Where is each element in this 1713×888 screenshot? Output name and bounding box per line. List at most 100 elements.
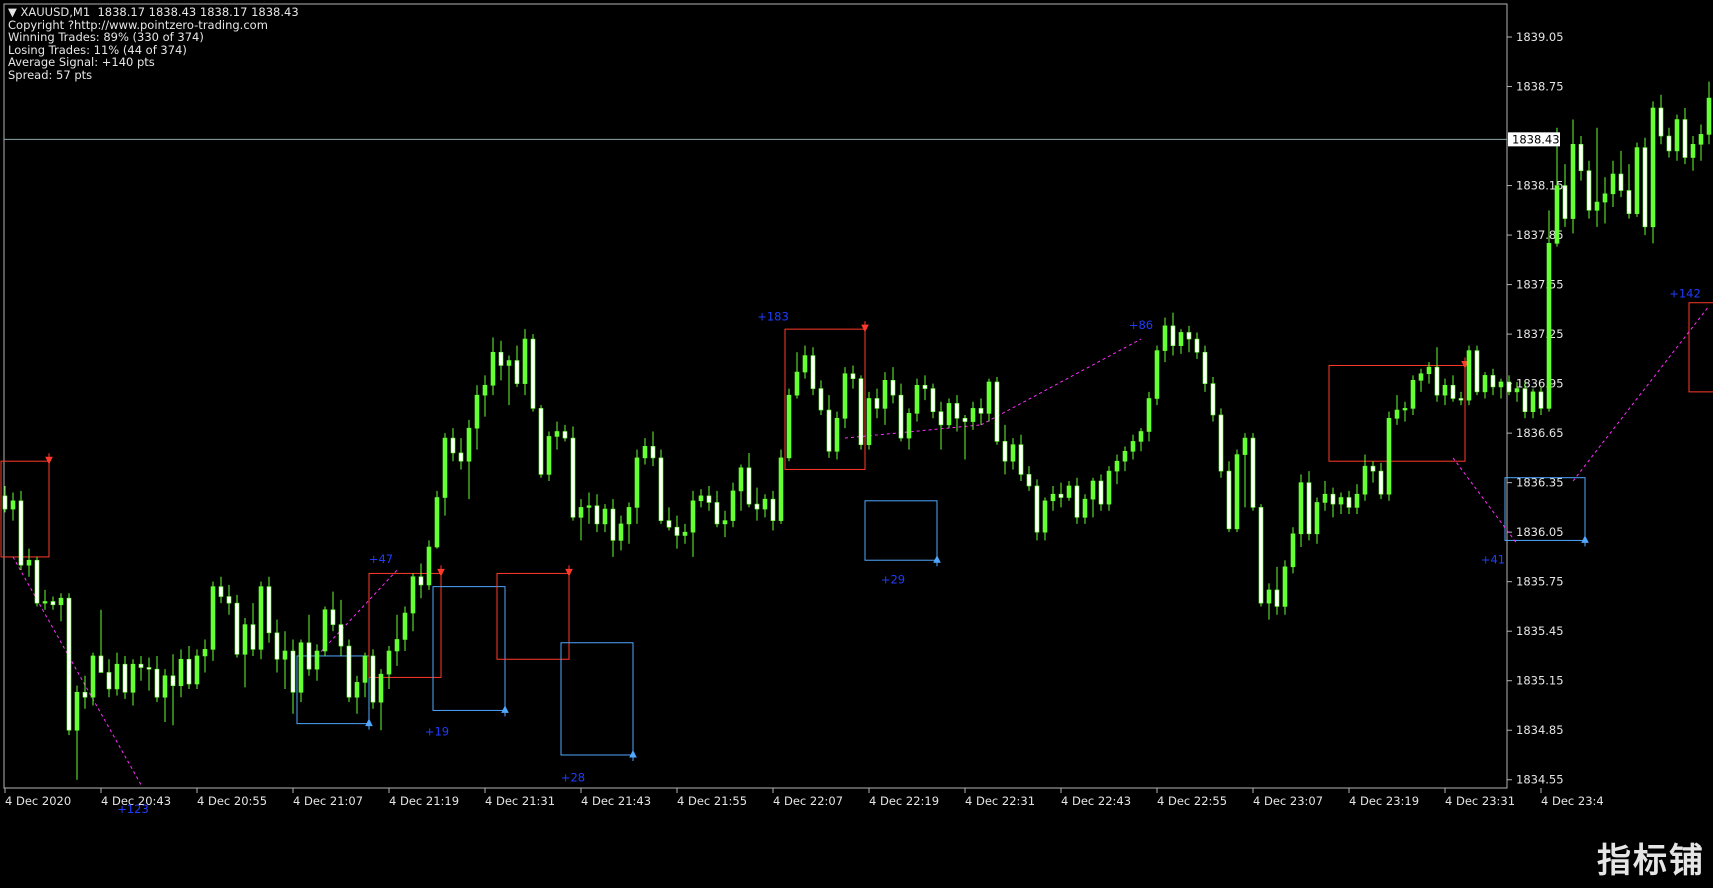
candle-body-59 <box>474 394 480 429</box>
candle-body-4 <box>34 559 40 604</box>
candle-body-196 <box>1570 143 1576 219</box>
x-tick-label-7: 4 Dec 21:55 <box>677 794 747 808</box>
candle-body-168 <box>1346 497 1352 508</box>
candle-body-109 <box>874 398 880 409</box>
candle-body-178 <box>1426 366 1432 375</box>
x-tick-label-9: 4 Dec 22:19 <box>869 794 939 808</box>
candle-body-166 <box>1330 493 1336 505</box>
candle-body-195 <box>1562 185 1568 219</box>
y-tick-label-5: 1837.25 <box>1516 327 1564 341</box>
candle-body-101 <box>810 355 816 389</box>
candle-body-44 <box>354 682 360 698</box>
candle-body-181 <box>1450 384 1456 399</box>
candle-body-22 <box>178 658 184 686</box>
candle-body-33 <box>266 586 272 634</box>
candle-body-89 <box>714 502 720 525</box>
price-chart[interactable]: 1839.051838.751838.151837.851837.551837.… <box>0 0 1713 888</box>
candle-body-73 <box>586 505 592 508</box>
y-tick-label-0: 1839.05 <box>1516 30 1564 44</box>
candle-body-87 <box>698 495 704 502</box>
candle-body-100 <box>802 355 808 373</box>
candle-body-123 <box>986 381 992 414</box>
candle-body-105 <box>842 373 848 419</box>
candle-body-160 <box>1282 566 1288 607</box>
candle-body-5 <box>42 601 48 604</box>
candle-body-58 <box>466 427 472 462</box>
candle-body-176 <box>1410 380 1416 409</box>
candle-body-143 <box>1146 398 1152 432</box>
x-tick-label-11: 4 Dec 22:43 <box>1061 794 1131 808</box>
signal-profit-label-6: +183 <box>757 310 789 324</box>
candle-body-125 <box>1002 441 1008 462</box>
candle-body-27 <box>218 586 224 597</box>
candle-body-193 <box>1546 243 1552 409</box>
candle-body-81 <box>650 446 656 459</box>
candle-body-97 <box>778 457 784 521</box>
buy-signal-arrow-3 <box>501 705 509 717</box>
candle-body-43 <box>346 645 352 698</box>
chart-window[interactable]: 1839.05 1838.75 1838.15 1837.85 1837.55 1837.… <box>0 0 1713 888</box>
x-tick-label-16: 4 Dec 23:4 <box>1541 794 1604 808</box>
candle-body-103 <box>826 409 832 452</box>
profit-label-0: +86 <box>1129 318 1153 332</box>
symbol-line[interactable]: ▼ XAUUSD,M1 1838.17 1838.43 1838.17 1838… <box>8 6 299 19</box>
candle-body-93 <box>746 467 752 505</box>
candle-body-70 <box>562 431 568 439</box>
buy-signal-box-7 <box>864 500 938 561</box>
candle-body-67 <box>538 408 544 475</box>
candle-body-49 <box>394 639 400 652</box>
candle-body-192 <box>1538 391 1544 409</box>
candle-body-23 <box>186 658 192 685</box>
candle-body-156 <box>1250 437 1256 508</box>
candle-body-17 <box>138 663 144 668</box>
candle-body-119 <box>954 403 960 419</box>
candle-body-202 <box>1618 173 1624 191</box>
x-tick-label-4: 4 Dec 21:19 <box>389 794 459 808</box>
x-tick-label-6: 4 Dec 21:43 <box>581 794 651 808</box>
candle-body-161 <box>1290 533 1296 568</box>
candle-body-41 <box>330 609 336 625</box>
candle-body-57 <box>458 452 464 462</box>
candle-body-147 <box>1178 332 1184 346</box>
candle-body-134 <box>1074 485 1080 518</box>
y-tick-label-4: 1837.55 <box>1516 278 1564 292</box>
candle-body-2 <box>18 500 24 566</box>
candle-body-141 <box>1130 441 1136 452</box>
candle-body-140 <box>1122 450 1128 462</box>
candle-body-206 <box>1650 107 1656 228</box>
candle-body-21 <box>170 675 176 686</box>
candle-body-153 <box>1226 470 1232 530</box>
candle-body-165 <box>1322 493 1328 503</box>
candle-body-80 <box>642 446 648 459</box>
dropdown-triangle-icon[interactable]: ▼ <box>8 5 17 19</box>
candle-body-86 <box>690 500 696 533</box>
signal-profit-label-9: +41 <box>1481 553 1505 567</box>
candle-body-96 <box>770 498 776 521</box>
candle-body-47 <box>378 673 384 703</box>
candle-body-62 <box>498 351 504 366</box>
y-tick-label-10: 1835.75 <box>1516 575 1564 589</box>
candle-body-40 <box>322 609 328 652</box>
candle-body-19 <box>154 668 160 698</box>
candle-body-75 <box>602 508 608 525</box>
y-tick-label-14: 1834.55 <box>1516 773 1564 787</box>
candle-body-167 <box>1338 497 1344 505</box>
candle-body-190 <box>1522 388 1528 412</box>
candle-body-53 <box>426 546 432 586</box>
candle-body-55 <box>442 437 448 498</box>
candle-body-201 <box>1610 173 1616 195</box>
candle-body-32 <box>258 586 264 650</box>
y-tick-label-11: 1835.45 <box>1516 624 1564 638</box>
candle-body-211 <box>1690 143 1696 158</box>
candle-body-186 <box>1490 375 1496 388</box>
signal-connector-line-5 <box>1572 305 1710 482</box>
candle-body-194 <box>1554 185 1560 244</box>
candle-body-213 <box>1706 97 1712 135</box>
candle-body-31 <box>250 624 256 650</box>
candle-body-159 <box>1274 589 1280 607</box>
candle-body-158 <box>1266 589 1272 604</box>
candle-body-200 <box>1602 193 1608 203</box>
candle-body-50 <box>402 612 408 640</box>
candle-body-183 <box>1466 350 1472 401</box>
candle-body-145 <box>1162 325 1168 351</box>
